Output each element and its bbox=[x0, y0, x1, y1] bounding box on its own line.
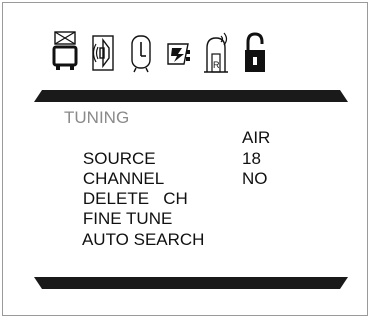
menu-top-divider bbox=[34, 90, 348, 102]
menu-item-source[interactable]: SOURCE AIR bbox=[64, 128, 270, 167]
unlocked-padlock-icon[interactable] bbox=[242, 30, 268, 80]
menu-item-fine-tune[interactable]: FINE TUNE bbox=[64, 189, 204, 228]
icon-toolbar: R bbox=[52, 30, 268, 80]
tv-picture-icon[interactable] bbox=[52, 30, 78, 80]
menu-item-value: AIR bbox=[242, 128, 271, 148]
tuning-menu: TUNING SOURCE AIR CHANNEL 18 DELETE CH N… bbox=[64, 108, 270, 249]
speaker-sound-icon[interactable] bbox=[90, 30, 116, 80]
menu-item-delete-ch[interactable]: DELETE CH NO bbox=[64, 169, 268, 208]
menu-bottom-divider bbox=[34, 277, 348, 289]
menu-item-value: 18 bbox=[242, 148, 261, 168]
svg-text:R: R bbox=[213, 60, 220, 70]
settings-function-icon[interactable] bbox=[166, 30, 192, 80]
menu-title: TUNING bbox=[64, 108, 130, 127]
antenna-tuning-icon[interactable]: R bbox=[204, 30, 230, 80]
menu-item-label: AUTO SEARCH bbox=[81, 229, 205, 249]
clock-timer-icon[interactable] bbox=[128, 30, 154, 80]
menu-item-channel[interactable]: CHANNEL 18 bbox=[64, 149, 261, 188]
menu-item-value: NO bbox=[242, 168, 268, 188]
menu-item-auto-search[interactable]: AUTO SEARCH bbox=[64, 209, 205, 249]
